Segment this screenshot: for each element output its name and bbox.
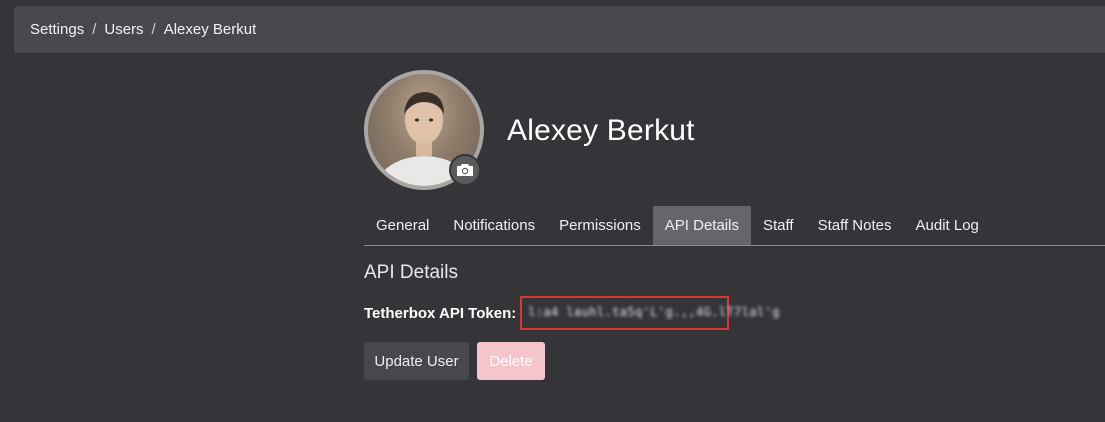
tab-api-details[interactable]: API Details xyxy=(652,206,751,245)
tab-bar: General Notifications Permissions API De… xyxy=(364,206,1105,246)
camera-icon xyxy=(457,164,473,176)
breadcrumb-current: Alexey Berkut xyxy=(163,21,257,38)
avatar-container xyxy=(364,70,484,190)
update-user-button[interactable]: Update User xyxy=(364,342,469,380)
api-token-value[interactable]: l:a4 lauhl.ta5q'L'g.,,4G.lT7lal'g xyxy=(528,305,780,319)
change-avatar-button[interactable] xyxy=(449,154,481,186)
api-token-highlight: l:a4 lauhl.ta5q'L'g.,,4G.lT7lal'g xyxy=(520,296,779,330)
section-title: API Details xyxy=(364,262,458,283)
tab-permissions[interactable]: Permissions xyxy=(547,206,653,245)
api-token-label: Tetherbox API Token: xyxy=(364,304,517,322)
breadcrumb-settings[interactable]: Settings xyxy=(30,21,84,38)
breadcrumb-separator: / xyxy=(92,21,97,38)
tab-audit-log[interactable]: Audit Log xyxy=(904,206,991,245)
breadcrumb-separator: / xyxy=(151,21,156,38)
breadcrumb: Settings / Users / Alexey Berkut xyxy=(14,6,1105,53)
tab-staff-notes[interactable]: Staff Notes xyxy=(806,206,904,245)
tab-notifications[interactable]: Notifications xyxy=(441,206,547,245)
api-token-row: Tetherbox API Token: l:a4 lauhl.ta5q'L'g… xyxy=(364,296,779,330)
tab-general[interactable]: General xyxy=(364,206,441,245)
breadcrumb-users[interactable]: Users xyxy=(104,21,143,38)
tab-staff[interactable]: Staff xyxy=(751,206,806,245)
page-title: Alexey Berkut xyxy=(507,114,695,147)
delete-button[interactable]: Delete xyxy=(477,342,545,380)
